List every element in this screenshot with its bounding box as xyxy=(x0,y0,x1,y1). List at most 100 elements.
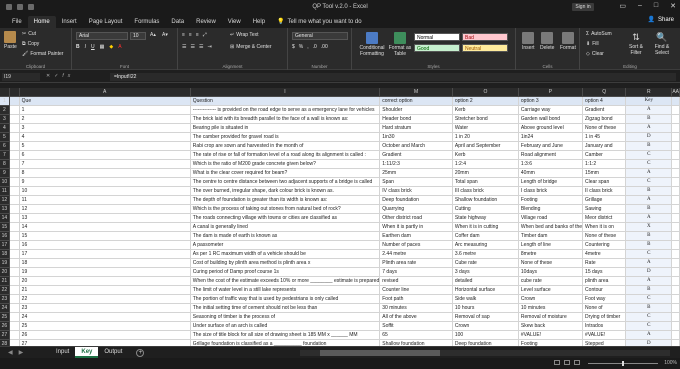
font-color-icon[interactable]: A xyxy=(118,44,121,50)
orientation-icon[interactable]: ⤢ xyxy=(203,32,207,38)
zoom-slider[interactable] xyxy=(588,361,658,366)
cell[interactable]: Cutting xyxy=(452,204,519,214)
fill-color-icon[interactable]: ◆ xyxy=(109,44,113,50)
cell[interactable]: 1:3:6 xyxy=(518,159,584,169)
row-header[interactable]: 23 xyxy=(0,294,10,304)
cell-gutter[interactable] xyxy=(9,330,20,340)
page-break-view-icon[interactable] xyxy=(574,360,580,365)
paste-button[interactable]: Paste xyxy=(4,31,17,50)
cell[interactable]: Cube rate xyxy=(452,258,519,268)
cell[interactable]: Sawing xyxy=(582,204,627,214)
cell[interactable]: None of these xyxy=(582,123,627,133)
cancel-icon[interactable]: ✕ xyxy=(46,73,54,79)
cell[interactable]: 21 xyxy=(19,285,191,295)
cell[interactable]: 30 minutes xyxy=(379,303,453,313)
close-icon[interactable]: ✕ xyxy=(670,2,676,10)
cell[interactable]: 2 xyxy=(19,114,191,124)
cell[interactable]: 1 xyxy=(19,105,191,115)
cell[interactable]: Contour xyxy=(582,285,627,295)
cell-gutter[interactable] xyxy=(9,168,20,178)
cell[interactable]: Horizontal surface xyxy=(452,285,519,295)
cell-gutter[interactable] xyxy=(9,285,20,295)
cell-gutter[interactable] xyxy=(9,249,20,259)
row-header[interactable]: 13 xyxy=(0,204,10,214)
cell-gutter[interactable] xyxy=(9,222,20,232)
autosum-button[interactable]: Σ AutoSum xyxy=(586,31,612,37)
cell[interactable]: 11 xyxy=(19,195,191,205)
cell[interactable]: Drying of timber xyxy=(582,312,627,322)
key-cell[interactable]: A xyxy=(625,123,673,133)
format-cells-button[interactable]: Format xyxy=(560,32,576,51)
row-header[interactable]: 8 xyxy=(0,159,10,169)
cell[interactable]: 14 xyxy=(19,222,191,232)
column-header-i[interactable]: I xyxy=(190,88,381,97)
horizontal-scrollbar[interactable] xyxy=(300,350,670,356)
tab-home[interactable]: Home xyxy=(27,16,56,28)
cell-gutter[interactable] xyxy=(9,240,20,250)
key-cell[interactable]: B xyxy=(625,240,673,250)
cell[interactable]: Foot path xyxy=(379,294,453,304)
key-cell[interactable]: C xyxy=(625,312,673,322)
cell-gutter[interactable] xyxy=(9,123,20,133)
cell-gutter[interactable] xyxy=(9,204,20,214)
font-size-select[interactable]: 10 xyxy=(130,32,146,40)
cell[interactable]: -------------- is provided on the road e… xyxy=(190,105,381,115)
column-header-aa[interactable]: AA xyxy=(671,88,680,97)
cell-gutter[interactable] xyxy=(9,312,20,322)
cell[interactable] xyxy=(671,105,680,115)
sign-in-button[interactable]: Sign in xyxy=(572,3,594,11)
cell-gutter[interactable] xyxy=(9,105,20,115)
cell[interactable]: #VALUE! xyxy=(582,330,627,340)
cell[interactable]: 10 minutes xyxy=(518,303,584,313)
cell[interactable]: The centre to centre distance between tw… xyxy=(190,177,381,187)
tab-page-layout[interactable]: Page Layout xyxy=(83,16,129,28)
row-header[interactable]: 12 xyxy=(0,195,10,205)
cell[interactable]: 25mm xyxy=(379,168,453,178)
cell[interactable]: 7 xyxy=(19,159,191,169)
cell[interactable] xyxy=(671,204,680,214)
cell[interactable]: When it is on xyxy=(582,222,627,232)
sheet-tab-key[interactable]: Key xyxy=(75,347,99,358)
cell[interactable]: When the cost of the estimate exceeds 10… xyxy=(190,276,381,286)
cell-gutter[interactable] xyxy=(9,141,20,151)
cell[interactable]: Crown xyxy=(518,294,584,304)
cell[interactable]: As per 1 RC maximum width of a vehicle s… xyxy=(190,249,381,259)
cell[interactable]: Meor district xyxy=(582,213,627,223)
cell[interactable] xyxy=(671,303,680,313)
align-left-icon[interactable]: ☰ xyxy=(182,44,186,50)
row-header[interactable]: 16 xyxy=(0,231,10,241)
cell[interactable]: Countering xyxy=(582,240,627,250)
cell[interactable]: Gradient xyxy=(582,105,627,115)
page-layout-view-icon[interactable] xyxy=(564,360,570,365)
cell[interactable]: Timber dam xyxy=(518,231,584,241)
cell[interactable]: 10 xyxy=(19,186,191,196)
cell[interactable]: Deep foundation xyxy=(379,195,453,205)
cell[interactable] xyxy=(671,114,680,124)
key-cell[interactable]: A xyxy=(625,276,673,286)
cell[interactable]: None of these xyxy=(582,231,627,241)
row-header[interactable]: 21 xyxy=(0,276,10,286)
cell[interactable]: Above ground level xyxy=(518,123,584,133)
row-header[interactable]: 22 xyxy=(0,285,10,295)
cell[interactable]: Quarrying xyxy=(379,204,453,214)
column-header-a[interactable]: A xyxy=(19,88,191,97)
cell[interactable]: Water xyxy=(452,123,519,133)
cell[interactable]: Bearing pile is situated in xyxy=(190,123,381,133)
cell[interactable]: 1:11/2:3 xyxy=(379,159,453,169)
cell[interactable]: The limit of water level in a still lake… xyxy=(190,285,381,295)
column-header-m[interactable]: M xyxy=(379,88,453,97)
cell[interactable] xyxy=(671,312,680,322)
cell-gutter[interactable] xyxy=(9,294,20,304)
cell[interactable] xyxy=(671,195,680,205)
cell[interactable]: 18 xyxy=(19,258,191,268)
cell[interactable]: Blending xyxy=(518,204,584,214)
align-top-icon[interactable]: ≡ xyxy=(182,32,185,38)
increase-decimal-icon[interactable]: .0 xyxy=(313,44,317,50)
cell[interactable]: #VALUE! xyxy=(518,330,584,340)
cell[interactable]: When it is partly in xyxy=(379,222,453,232)
cell[interactable]: 7 days xyxy=(379,267,453,277)
maximize-icon[interactable]: □ xyxy=(654,2,658,10)
cell[interactable]: Which is the process of taking out stone… xyxy=(190,204,381,214)
cell[interactable]: When bed and banks of the xyxy=(518,222,584,232)
indent-icon[interactable]: ⇥ xyxy=(207,44,211,50)
